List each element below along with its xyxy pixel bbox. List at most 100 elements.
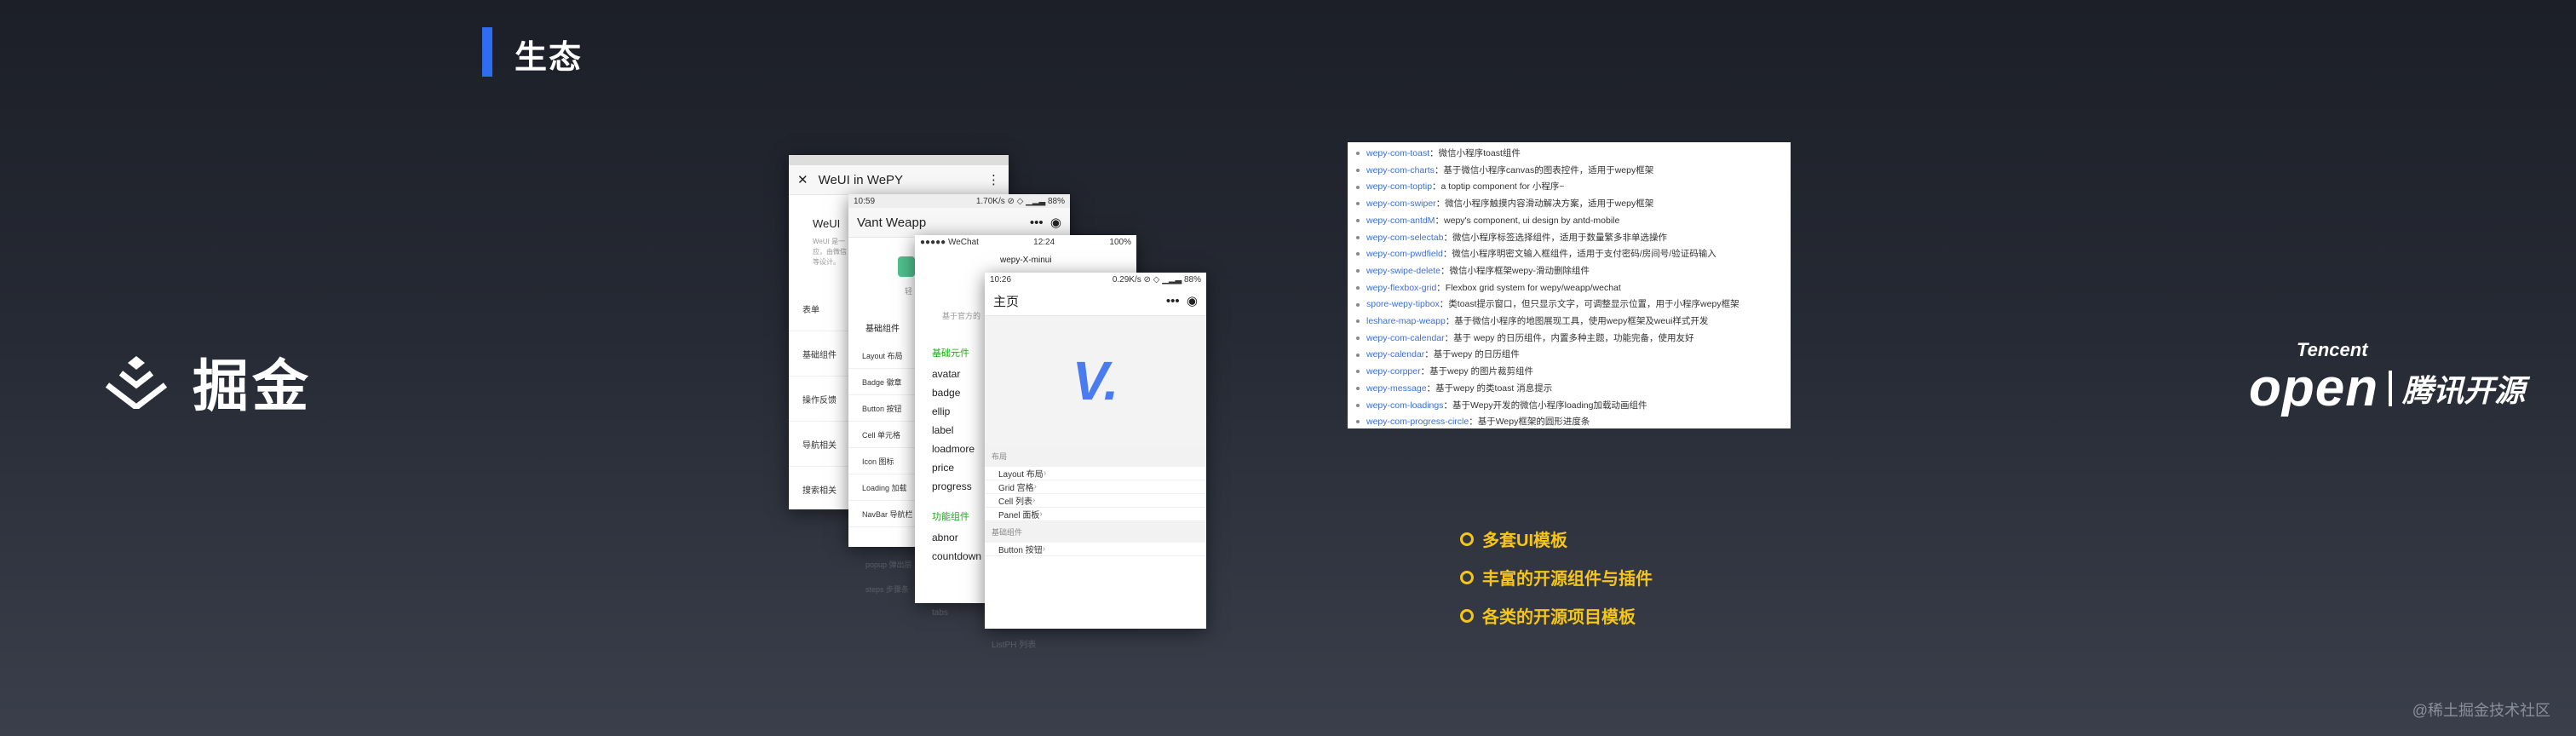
status-bar: 10:26 0.29K/s ⊘ ◇ ▁▂▃ 88% bbox=[985, 273, 1206, 286]
status-bar: ●●●●● WeChat 12:24 100% bbox=[915, 235, 1136, 249]
bullet-dot-icon bbox=[1356, 387, 1360, 391]
status-bar: 10:59 1.70K/s ⊘ ◇ ▁▂▃ 88% bbox=[848, 194, 1070, 208]
bullet-dot-icon bbox=[1356, 252, 1360, 256]
minui-desc: 基于官方的 bbox=[942, 312, 981, 320]
component-description: ：微信小程序框架wepy-滑动删除组件 bbox=[1440, 265, 1590, 276]
status-left: ●●●●● WeChat bbox=[920, 237, 979, 247]
status-right: 1.70K/s ⊘ ◇ ▁▂▃ 88% bbox=[975, 196, 1065, 206]
component-name-link[interactable]: wepy-com-pwdfield bbox=[1366, 249, 1443, 259]
component-name-link[interactable]: wepy-com-selectab bbox=[1366, 233, 1443, 243]
component-description: ：基于微信小程序canvas的图表控件，适用于wepy框架 bbox=[1434, 164, 1654, 175]
component-list-item: wepy-com-pwdfield：微信小程序明密文输入框组件，适用于支付密码/… bbox=[1353, 246, 1785, 263]
bullet-dot-icon bbox=[1356, 403, 1360, 407]
vant-subtitle: 轻 bbox=[905, 287, 913, 296]
nav-bar: ✕ WeUI in WePY ⋮ bbox=[789, 165, 1009, 195]
component-name-link[interactable]: wepy-com-progress-circle bbox=[1366, 417, 1469, 427]
component-name-link[interactable]: spore-wepy-tipbox bbox=[1366, 299, 1440, 309]
list-item: Cell 列表 › bbox=[985, 494, 1206, 508]
component-list-item: wepy-com-antdM：wepy's component, ui desi… bbox=[1353, 213, 1785, 230]
reflect-item: ListPH 列表 bbox=[992, 641, 1037, 650]
component-list-item: wepy-com-loadings：基于Wepy开发的微信小程序loading加… bbox=[1353, 398, 1785, 415]
section-title: 布局 bbox=[985, 446, 1206, 467]
watermark: @稀土掘金技术社区 bbox=[2412, 702, 2550, 719]
component-name-link[interactable]: leshare-map-weapp bbox=[1366, 316, 1446, 326]
component-name-link[interactable]: wepy-com-toast bbox=[1366, 148, 1429, 158]
component-description: ：基于wepy 的类toast 消息提示 bbox=[1426, 382, 1553, 394]
page-title: 生态 bbox=[515, 40, 584, 76]
feature-bullets: 多套UI模板 丰富的开源组件与插件 各类的开源项目模板 bbox=[1460, 520, 1653, 635]
chevron-right-icon: › bbox=[1033, 482, 1038, 492]
bullet-dot-icon bbox=[1356, 219, 1360, 223]
component-list-item: wepy-com-charts：基于微信小程序canvas的图表控件，适用于we… bbox=[1353, 163, 1785, 180]
status-time: 10:26 bbox=[990, 274, 1012, 285]
phone-wepy-top-title: wepy-X-minui bbox=[1000, 256, 1052, 265]
component-list-item: wepy-flexbox-grid：Flexbox grid system fo… bbox=[1353, 280, 1785, 297]
capsule-menu-icon: ••• ◉ bbox=[1029, 216, 1061, 230]
component-list-item: leshare-map-weapp：基于微信小程序的地图展现工具，使用wepy框… bbox=[1353, 313, 1785, 331]
component-name-link[interactable]: wepy-com-calendar bbox=[1366, 333, 1445, 343]
component-description: ：微信小程序标签选择组件，适用于数量繁多非单选操作 bbox=[1443, 232, 1667, 243]
bullet-ring-icon bbox=[1460, 570, 1474, 584]
juejin-logo-text: 掘金 bbox=[193, 354, 312, 417]
tencent-logo-open: open bbox=[2249, 359, 2379, 417]
list-item: Button 按钮 › bbox=[985, 543, 1206, 556]
chevron-right-icon: › bbox=[1039, 509, 1043, 519]
component-description: ：Flexbox grid system for wepy/weapp/wech… bbox=[1436, 282, 1621, 293]
bullet-dot-icon bbox=[1356, 202, 1360, 206]
list-item: Layout 布局 › bbox=[985, 467, 1206, 480]
vant-logo-icon bbox=[898, 256, 915, 277]
component-name-link[interactable]: wepy-com-swiper bbox=[1366, 198, 1436, 209]
nav-title: WeUI in WePY bbox=[818, 172, 904, 187]
component-list-item: wepy-corpper：基于wepy 的图片裁剪组件 bbox=[1353, 364, 1785, 381]
component-description: ：基于Wepy框架的圆形进度条 bbox=[1469, 417, 1590, 428]
bullet-dot-icon bbox=[1356, 269, 1360, 273]
component-name-link[interactable]: wepy-com-charts bbox=[1366, 165, 1435, 175]
component-description: ：wepy's component, ui design by antd-mob… bbox=[1435, 215, 1620, 226]
component-name-link[interactable]: wepy-calendar bbox=[1366, 349, 1424, 359]
component-list-item: wepy-calendar：基于wepy 的日历组件 bbox=[1353, 347, 1785, 364]
component-description: ：基于wepy 的日历组件 bbox=[1424, 349, 1520, 360]
component-list-item: spore-wepy-tipbox：类toast提示窗口，但只显示文字，可调整显… bbox=[1353, 296, 1785, 313]
component-description: ：微信小程序触摸内容滑动解决方案，适用于wepy框架 bbox=[1435, 198, 1654, 210]
component-name-link[interactable]: wepy-flexbox-grid bbox=[1366, 283, 1436, 293]
bullet-dot-icon bbox=[1356, 152, 1360, 156]
component-name-link[interactable]: wepy-swipe-delete bbox=[1366, 266, 1440, 276]
chevron-right-icon: › bbox=[1043, 469, 1047, 478]
bullet-item: 各类的开源项目模板 bbox=[1460, 596, 1653, 635]
wepy-logo: V. bbox=[1072, 350, 1119, 411]
component-description: ：a toptip component for 小程序~ bbox=[1432, 181, 1565, 193]
more-icon: ⋮ bbox=[987, 173, 1000, 187]
tencent-logo-separator bbox=[2389, 370, 2393, 406]
component-description: ：微信小程序toast组件 bbox=[1429, 148, 1521, 158]
title-accent-bar bbox=[482, 27, 492, 77]
nav-title: 主页 bbox=[993, 294, 1020, 309]
close-icon: ✕ bbox=[797, 173, 808, 187]
component-name-link[interactable]: wepy-com-toptip bbox=[1366, 181, 1432, 192]
component-name-link[interactable]: wepy-com-loadings bbox=[1366, 400, 1443, 411]
juejin-logo: 掘金 bbox=[102, 341, 312, 423]
juejin-logo-icon bbox=[105, 356, 168, 409]
component-list-item: wepy-com-swiper：微信小程序触摸内容滑动解决方案，适用于wepy框… bbox=[1353, 196, 1785, 213]
nav-title: Vant Weapp bbox=[857, 215, 927, 230]
component-description: ：基于 wepy 的日历组件，内置多种主题，功能完备，使用友好 bbox=[1444, 332, 1694, 343]
capsule-menu-icon: ••• ◉ bbox=[1165, 294, 1198, 308]
chevron-right-icon: › bbox=[1042, 544, 1046, 554]
bullet-dot-icon bbox=[1356, 319, 1360, 324]
component-description: ：基于Wepy开发的微信小程序loading加载动画组件 bbox=[1443, 400, 1647, 411]
bullet-dot-icon bbox=[1356, 302, 1360, 307]
chevron-right-icon: › bbox=[1032, 496, 1036, 505]
component-name-link[interactable]: wepy-corpper bbox=[1366, 366, 1421, 377]
bullet-item: 多套UI模板 bbox=[1460, 520, 1653, 558]
bullet-dot-icon bbox=[1356, 285, 1360, 290]
tencent-open-logo: Tencent open 腾讯开源 bbox=[2249, 339, 2525, 418]
phone-wepy-reflection: ListPH 列表 bbox=[992, 637, 1196, 658]
bullet-text: 丰富的开源组件与插件 bbox=[1482, 570, 1653, 589]
component-list-item: wepy-com-calendar：基于 wepy 的日历组件，内置多种主题，功… bbox=[1353, 331, 1785, 348]
component-name-link[interactable]: wepy-message bbox=[1366, 383, 1427, 394]
component-name-link[interactable]: wepy-com-antdM bbox=[1366, 216, 1435, 226]
component-list-item: wepy-message：基于wepy 的类toast 消息提示 bbox=[1353, 381, 1785, 398]
section-title: 基础组件 bbox=[985, 521, 1206, 543]
bullet-text: 各类的开源项目模板 bbox=[1482, 608, 1636, 627]
bullet-ring-icon bbox=[1460, 608, 1474, 623]
bullet-dot-icon bbox=[1356, 235, 1360, 239]
